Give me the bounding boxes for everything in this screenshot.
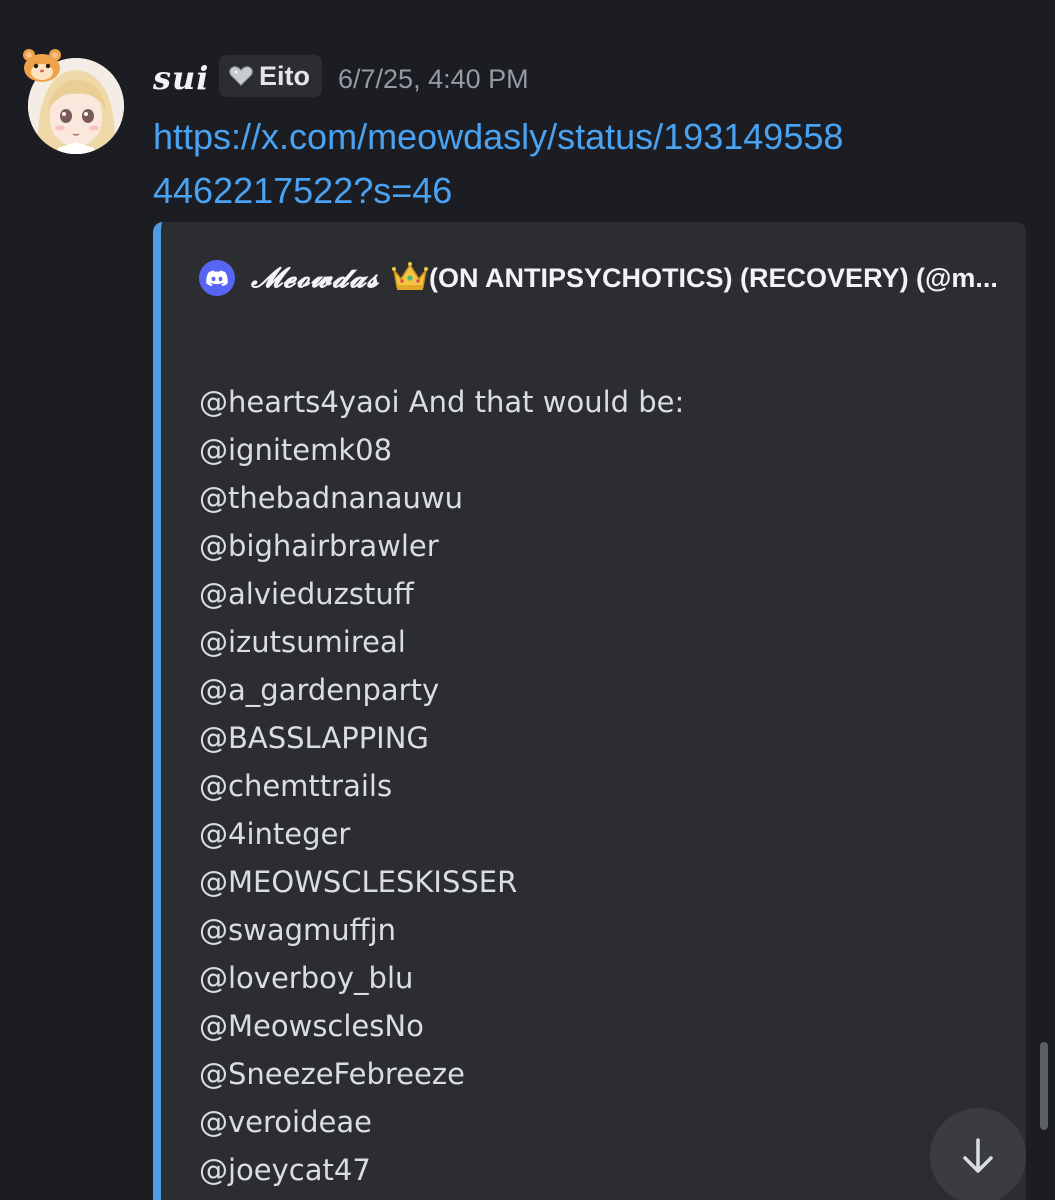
jump-to-present-button[interactable] (930, 1108, 1026, 1200)
embed-line: @BASSLAPPING (199, 721, 429, 755)
embed-line: @a_gardenparty (199, 673, 440, 707)
message-link[interactable]: https://x.com/meowdasly/status/193149558… (153, 110, 853, 218)
embed-line: @chemttrails (199, 769, 393, 803)
clan-tag-label: Eito (259, 60, 310, 91)
embed-line: @4integer (199, 817, 351, 851)
heart-icon (229, 66, 253, 86)
username[interactable]: sui (153, 58, 209, 98)
clan-tag[interactable]: Eito (219, 55, 322, 97)
embed-line: @thebadnanauwu (199, 481, 463, 515)
embed-line: @MeowsclesNo (199, 1009, 424, 1043)
chat-message: sui Eito 6/7/25, 4:40 PM https://x.com/m… (0, 0, 1055, 1200)
embed-author-name: 𝓜𝓮𝓸𝔀𝓭𝓪𝓼 (ON ANTIPSYCHOTICS) (RECOVERY) (… (251, 250, 1011, 306)
embed-line: @loverboy_blu (199, 961, 414, 995)
embed-line: @joeycat47 (199, 1153, 371, 1187)
embed-line: @hearts4yaoi And that would be: (199, 385, 685, 419)
link-embed: 𝓜𝓮𝓸𝔀𝓭𝓪𝓼 (ON ANTIPSYCHOTICS) (RECOVERY) (… (153, 222, 1026, 1200)
discord-icon (199, 260, 235, 296)
embed-author-handle: (ON ANTIPSYCHOTICS) (RECOVERY) (@m... (429, 263, 998, 293)
avatar[interactable] (20, 44, 128, 156)
embed-line: @MEOWSCLESKISSER (199, 865, 518, 899)
embed-line: @bighairbrawler (199, 529, 439, 563)
embed-line: @SneezeFebreeze (199, 1057, 465, 1091)
embed-line: @veroideae (199, 1105, 372, 1139)
embed-description: @hearts4yaoi And that would be: @ignitem… (199, 378, 999, 1194)
embed-line: @alvieduzstuff (199, 577, 414, 611)
hamster-decoration-icon (23, 49, 61, 82)
embed-line: @izutsumireal (199, 625, 406, 659)
crown-icon (392, 262, 429, 290)
embed-line: @ignitemk08 (199, 433, 393, 467)
timestamp: 6/7/25, 4:40 PM (338, 64, 529, 94)
scrollbar-thumb[interactable] (1040, 1042, 1048, 1130)
embed-author-display-name: 𝓜𝓮𝓸𝔀𝓭𝓪𝓼 (251, 261, 380, 294)
arrow-down-icon (963, 1138, 993, 1173)
embed-line: @swagmuffjn (199, 913, 397, 947)
